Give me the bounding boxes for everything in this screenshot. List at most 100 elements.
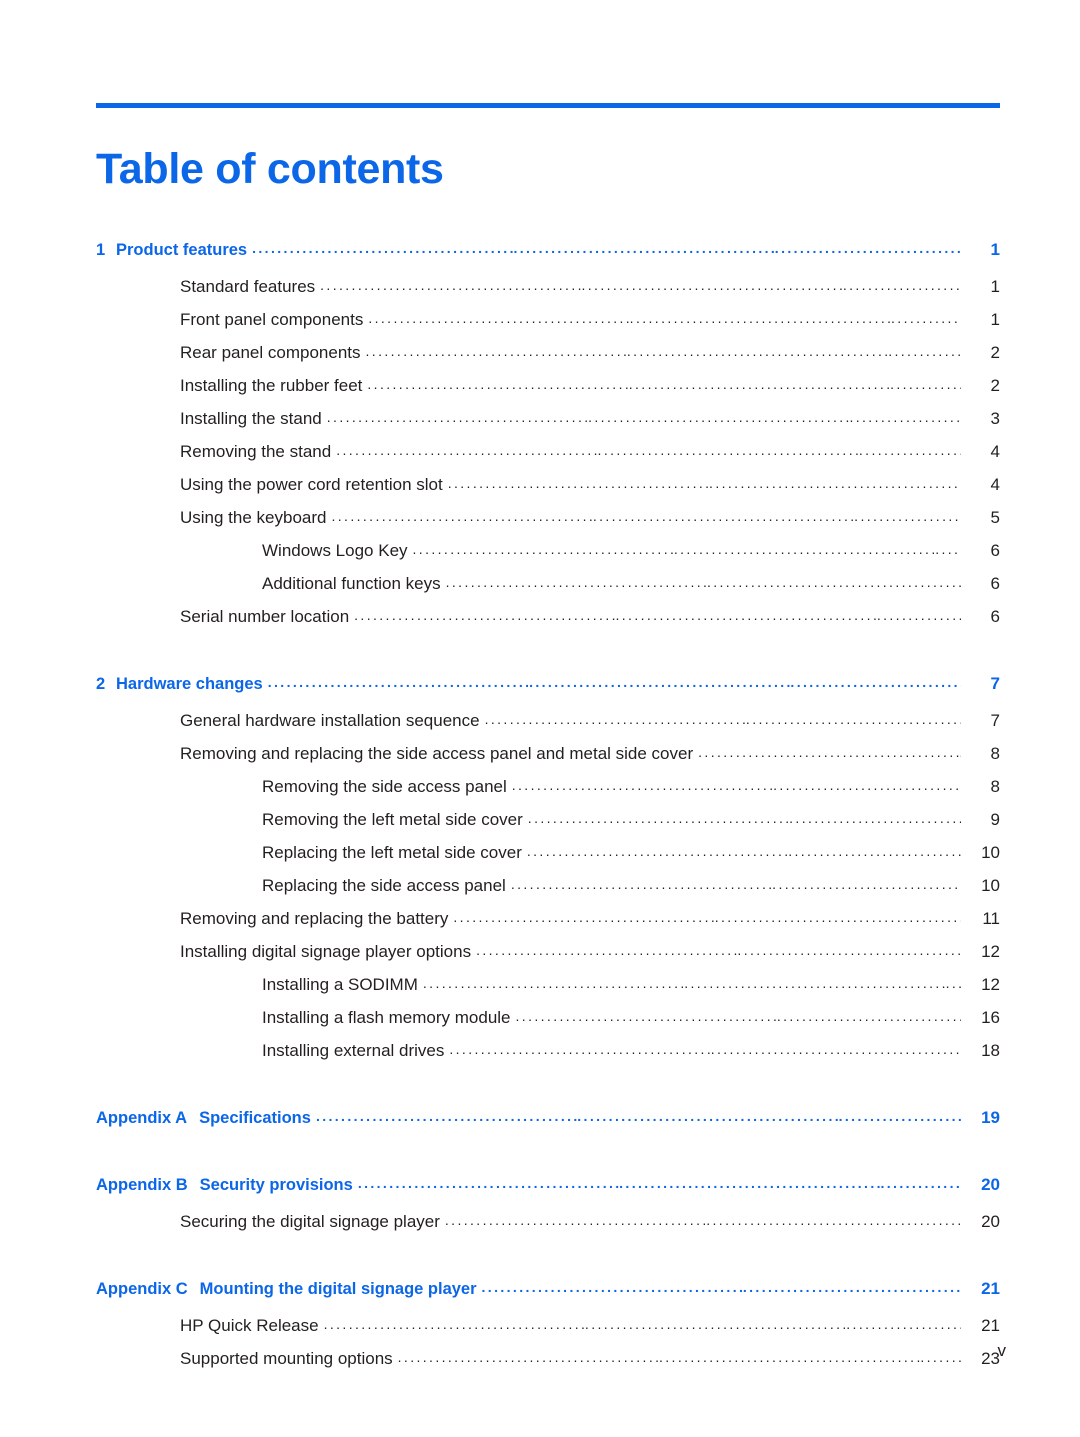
toc-entry-title: Standard features — [180, 277, 316, 296]
toc-section-entry[interactable]: HP Quick Release 21 — [180, 1316, 1000, 1336]
toc-entry-label: Removing and replacing the side access p… — [180, 744, 693, 764]
toc-entry-label: Windows Logo Key — [262, 541, 408, 561]
toc-entry-title: Removing and replacing the battery — [180, 909, 449, 928]
toc-leader-dots — [367, 377, 961, 391]
toc-section-entry[interactable]: Installing a flash memory module 16 — [262, 1008, 1000, 1028]
toc-section-entry[interactable]: Using the power cord retention slot 4 — [180, 475, 1000, 495]
toc-section-entry[interactable]: Front panel components 1 — [180, 310, 1000, 330]
toc-section-entry[interactable]: Additional function keys 6 — [262, 574, 1000, 594]
toc-page-number: 5 — [990, 508, 1000, 527]
toc-section-entry[interactable]: Securing the digital signage player 20 — [180, 1212, 1000, 1232]
toc-entry-title: Additional function keys — [262, 574, 441, 593]
toc-section-entry[interactable]: Removing and replacing the battery 11 — [180, 909, 1000, 929]
toc-entry-label: Removing and replacing the battery — [180, 909, 448, 929]
toc-entry-label: HP Quick Release — [180, 1316, 319, 1336]
toc-page-number: 20 — [981, 1212, 1000, 1231]
toc-section-entry[interactable]: Serial number location 6 — [180, 607, 1000, 627]
toc-leader-dots — [252, 241, 961, 255]
toc-entry-title: Using the power cord retention slot — [180, 475, 443, 494]
toc-chapter-number: 1 — [96, 241, 106, 259]
toc-section-entry[interactable]: Removing and replacing the side access p… — [180, 744, 1000, 764]
toc-entry-label: General hardware installation sequence — [180, 711, 480, 731]
toc-section-entry[interactable]: Removing the left metal side cover 9 — [262, 810, 1000, 830]
toc-page-number: 16 — [981, 1008, 1000, 1027]
toc-section-entry[interactable]: Installing the rubber feet 2 — [180, 376, 1000, 396]
toc-section-entry[interactable]: Using the keyboard 5 — [180, 508, 1000, 528]
toc-chapter-entry[interactable]: Appendix A Specifications 19 — [96, 1108, 1000, 1128]
toc-section-entry[interactable]: Windows Logo Key 6 — [262, 541, 1000, 561]
toc-section-entry[interactable]: Rear panel components 2 — [180, 343, 1000, 363]
toc-leader-dots — [446, 575, 961, 589]
toc-appendix-label: Appendix B — [96, 1176, 188, 1194]
toc-entry-title: Serial number location — [180, 607, 350, 626]
toc-entry-label: Standard features — [180, 277, 315, 297]
toc-leader-dots — [268, 675, 961, 689]
toc-leader-dots — [445, 1213, 961, 1227]
toc-entry-label: Installing a SODIMM — [262, 975, 418, 995]
toc-section-entry[interactable]: Removing the side access panel 8 — [262, 777, 1000, 797]
toc-chapter-entry[interactable]: Appendix B Security provisions 20 — [96, 1175, 1000, 1195]
toc-entry-label: Using the keyboard — [180, 508, 326, 528]
toc-section-entry[interactable]: Standard features 1 — [180, 277, 1000, 297]
toc-section-entry[interactable]: Replacing the left metal side cover 10 — [262, 843, 1000, 863]
table-of-contents: 1Product features1Standard features1Fron… — [96, 240, 1000, 1369]
toc-entry-label: 2 Hardware changes — [96, 675, 263, 694]
toc-chapter-number: 2 — [96, 675, 106, 693]
toc-leader-dots — [527, 844, 961, 858]
toc-section-entry[interactable]: Replacing the side access panel 10 — [262, 876, 1000, 896]
toc-entry-label: 1 Product features — [96, 241, 247, 260]
toc-page-number: 7 — [990, 674, 1000, 693]
toc-page-number: 6 — [990, 541, 1000, 560]
toc-section-entry[interactable]: General hardware installation sequence 7 — [180, 711, 1000, 731]
toc-entry-title: Front panel components — [180, 310, 364, 329]
toc-leader-dots — [453, 910, 961, 924]
toc-section-entry[interactable]: Installing external drives 18 — [262, 1041, 1000, 1061]
toc-page-number: 6 — [990, 574, 1000, 593]
toc-entry-title: Removing and replacing the side access p… — [180, 744, 694, 763]
footer-page-number: v — [997, 1341, 1007, 1360]
toc-page-number: 18 — [981, 1041, 1000, 1060]
toc-leader-dots — [449, 1042, 961, 1056]
toc-entry-label: Serial number location — [180, 607, 349, 627]
toc-leader-dots — [320, 278, 961, 292]
toc-page-number: 19 — [981, 1108, 1000, 1127]
toc-page-number: 8 — [990, 777, 1000, 796]
toc-appendix-label: Appendix C — [96, 1280, 188, 1298]
toc-section-entry[interactable]: Installing a SODIMM 12 — [262, 975, 1000, 995]
toc-entry-title: Installing a SODIMM — [262, 975, 418, 994]
toc-leader-dots — [512, 778, 961, 792]
toc-entry-label: Installing the stand — [180, 409, 322, 429]
toc-leader-dots — [448, 476, 961, 490]
toc-section-entry[interactable]: Installing the stand 3 — [180, 409, 1000, 429]
page-title: Table of contents — [96, 144, 444, 193]
toc-page-number: 4 — [990, 475, 1000, 494]
toc-entry-label: Additional function keys — [262, 574, 441, 594]
toc-entry-label: Removing the left metal side cover — [262, 810, 523, 830]
toc-leader-dots — [528, 811, 961, 825]
toc-page-number: 9 — [990, 810, 1000, 829]
toc-entry-title: General hardware installation sequence — [180, 711, 480, 730]
toc-leader-dots — [482, 1280, 961, 1294]
toc-leader-dots — [698, 745, 961, 759]
toc-chapter-entry[interactable]: Appendix C Mounting the digital signage p… — [96, 1279, 1000, 1299]
toc-entry-title: Installing a flash memory module — [262, 1008, 511, 1027]
toc-appendix-label: Appendix A — [96, 1109, 188, 1127]
toc-entry-title: Rear panel components — [180, 343, 361, 362]
toc-leader-dots — [354, 608, 961, 622]
toc-leader-dots — [324, 1317, 961, 1331]
toc-entry-label: Removing the side access panel — [262, 777, 507, 797]
toc-leader-dots — [331, 509, 961, 523]
toc-entry-label: Replacing the side access panel — [262, 876, 506, 896]
toc-chapter-entry[interactable]: 2 Hardware changes 7 — [96, 674, 1000, 694]
toc-entry-label: Appendix A Specifications — [96, 1109, 311, 1128]
toc-page-number: 11 — [982, 909, 1000, 928]
toc-page-number: 12 — [981, 942, 1000, 961]
toc-entry-label: Installing external drives — [262, 1041, 444, 1061]
toc-chapter-entry[interactable]: 1 Product features 1 — [96, 240, 1000, 260]
toc-entry-title: Product features — [116, 241, 248, 259]
toc-entry-label: Installing digital signage player option… — [180, 942, 471, 962]
toc-section-entry[interactable]: Installing digital signage player option… — [180, 942, 1000, 962]
toc-leader-dots — [413, 542, 961, 556]
toc-section-entry[interactable]: Removing the stand 4 — [180, 442, 1000, 462]
toc-leader-dots — [358, 1176, 961, 1190]
